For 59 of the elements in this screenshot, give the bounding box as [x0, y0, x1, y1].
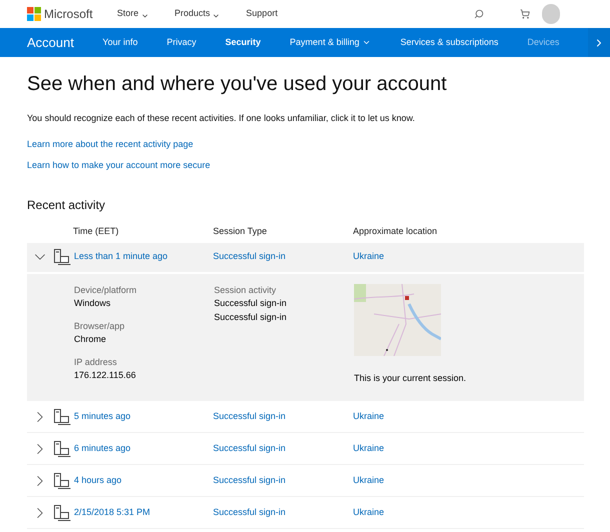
time-link[interactable]: 5 minutes ago — [74, 410, 131, 421]
location-link[interactable]: Ukraine — [353, 474, 384, 485]
brand-name[interactable]: Microsoft — [44, 5, 117, 23]
search-icon[interactable] — [474, 9, 484, 19]
activity-row[interactable]: 6 minutes ago Successful sign-in Ukraine — [27, 433, 584, 464]
time-link[interactable]: 2/15/2018 5:31 PM — [74, 506, 150, 517]
computer-icon — [53, 408, 71, 426]
caret-icon — [362, 38, 372, 47]
header-menu-item[interactable]: Products — [174, 7, 220, 21]
help-link[interactable]: Learn more about the recent activity page — [27, 138, 583, 151]
detail-value: 176.122.115.66 — [74, 369, 137, 382]
column-header: Session Type — [213, 226, 267, 236]
location-link[interactable]: Ukraine — [353, 506, 384, 517]
help-link[interactable]: Learn how to make your account more secure — [27, 159, 583, 172]
nav-tab[interactable]: Services & subscriptions — [400, 36, 498, 50]
activity-row[interactable]: Less than 1 minute ago Successful sign-in Ukraine — [27, 242, 584, 274]
session-type-link[interactable]: Successful sign-in — [213, 506, 286, 517]
detail-label: Session activity — [214, 284, 278, 297]
nav-tab[interactable]: Your info — [102, 36, 138, 50]
column-header: Approximate location — [353, 226, 438, 236]
session-type-link[interactable]: Successful sign-in — [213, 410, 286, 421]
column-header: Time (EET) — [73, 226, 119, 236]
nav-tab[interactable]: Payment & billing — [290, 36, 372, 50]
time-link[interactable]: 6 minutes ago — [74, 442, 131, 453]
location-link[interactable]: Ukraine — [353, 410, 384, 421]
detail-value: Chrome — [74, 333, 108, 346]
session-type-link[interactable]: Successful sign-in — [213, 474, 286, 485]
caret-icon — [140, 12, 149, 20]
computer-icon — [53, 440, 71, 458]
time-link[interactable]: Less than 1 minute ago — [74, 251, 168, 262]
detail-label: Device/platform — [74, 284, 138, 297]
location-link[interactable]: Ukraine — [353, 442, 384, 453]
nav-tab[interactable]: Privacy — [166, 36, 196, 50]
activity-row[interactable]: 5 minutes ago Successful sign-in Ukraine — [27, 401, 584, 432]
detail-value: Windows — [74, 297, 112, 310]
computer-icon — [53, 248, 71, 266]
detail-label: IP address — [74, 356, 118, 368]
session-type-link[interactable]: Successful sign-in — [213, 251, 286, 262]
session-type-link[interactable]: Successful sign-in — [213, 442, 286, 453]
computer-icon — [53, 504, 71, 522]
activity-row[interactable]: 2/15/2018 5:31 PM Successful sign-in Ukraine — [27, 497, 584, 528]
session-note: This is your current session. — [354, 372, 466, 385]
header-menu-item[interactable]: Support — [246, 7, 278, 21]
section-heading: Recent activity — [27, 196, 106, 214]
location-link[interactable]: Ukraine — [353, 251, 384, 262]
account-title[interactable]: Account — [27, 32, 103, 52]
intro-text: You should recognize each of these recent activities. If one looks unfamiliar, click it to let us know. — [27, 112, 416, 125]
page-title: See when and where you've used your account — [27, 72, 448, 97]
logo-icon[interactable] — [27, 7, 41, 21]
cart-icon[interactable] — [520, 9, 530, 19]
header-menu-item[interactable]: Store — [117, 7, 149, 21]
caret-icon — [212, 12, 220, 20]
detail-value: Successful sign-in — [214, 310, 288, 324]
nav-tab[interactable]: Security — [225, 36, 261, 50]
activity-row[interactable]: 4 hours ago Successful sign-in Ukraine — [27, 465, 584, 496]
detail-value: Successful sign-in — [214, 297, 288, 310]
detail-label: Browser/app — [74, 320, 126, 333]
computer-icon — [53, 472, 71, 490]
time-link[interactable]: 4 hours ago — [74, 474, 122, 485]
